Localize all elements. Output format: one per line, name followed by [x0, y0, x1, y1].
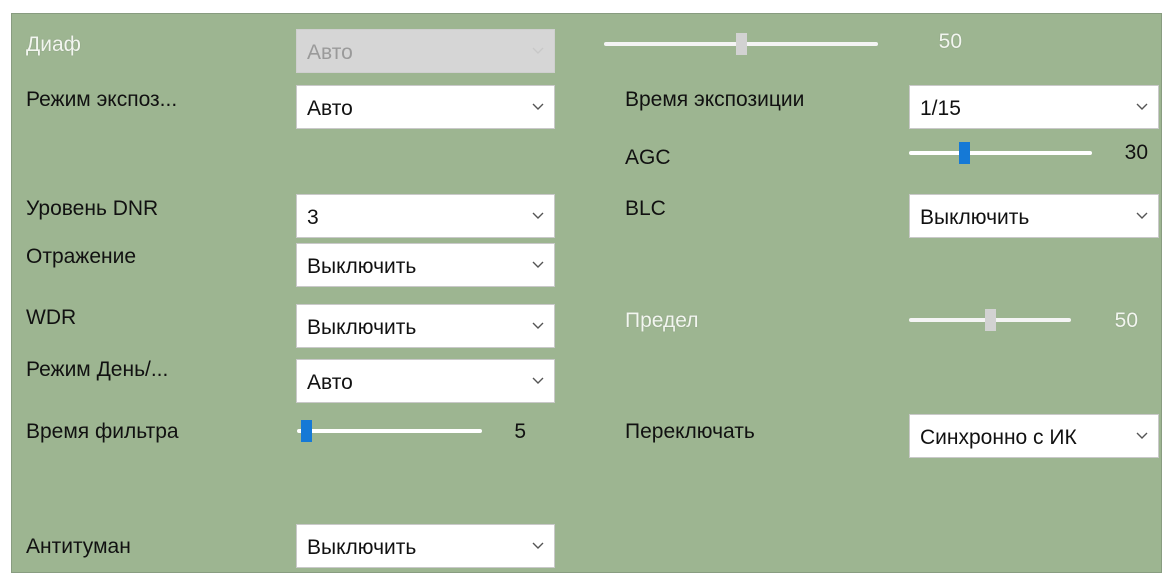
chevron-down-icon — [532, 261, 544, 268]
chevron-down-icon — [532, 377, 544, 384]
chevron-down-icon — [532, 322, 544, 329]
iris-value: Авто — [307, 41, 353, 64]
chevron-down-icon — [532, 103, 544, 110]
switch-label: Переключать — [625, 420, 755, 443]
mirror-label: Отражение — [26, 245, 137, 268]
wdr-label: WDR — [26, 306, 77, 329]
defog-value: Выключить — [307, 536, 417, 559]
chevron-down-icon — [532, 212, 544, 219]
chevron-down-icon — [532, 47, 544, 54]
dnr-level-label: Уровень DNR — [26, 197, 159, 220]
agc-value: 30 — [1124, 141, 1148, 164]
iris-level-value: 50 — [938, 30, 962, 53]
chevron-down-icon — [1136, 432, 1148, 439]
blc-label: BLC — [625, 197, 666, 220]
iris-label: Диаф — [26, 33, 81, 56]
blc-value: Выключить — [920, 206, 1030, 229]
wdr-value: Выключить — [307, 316, 417, 339]
agc-slider[interactable] — [909, 138, 1092, 168]
blc-select[interactable]: Выключить — [909, 194, 1159, 238]
day-night-label: Режим День/... — [26, 358, 169, 381]
wdr-select[interactable]: Выключить — [296, 304, 555, 348]
mirror-value: Выключить — [307, 255, 417, 278]
day-night-value: Авто — [307, 371, 353, 394]
slider-thumb[interactable] — [958, 142, 970, 164]
exposure-mode-label: Режим экспоз... — [26, 88, 178, 111]
slider-track — [297, 429, 482, 433]
exposure-time-label: Время экспозиции — [625, 88, 805, 111]
exposure-time-value: 1/15 — [920, 97, 961, 120]
filter-time-value: 5 — [514, 420, 526, 443]
limit-label: Предел — [625, 309, 699, 332]
chevron-down-icon — [1136, 212, 1148, 219]
exposure-mode-select[interactable]: Авто — [296, 85, 555, 129]
defog-select[interactable]: Выключить — [296, 524, 555, 568]
agc-label: AGC — [625, 146, 671, 169]
exposure-time-select[interactable]: 1/15 — [909, 85, 1159, 129]
day-night-select[interactable]: Авто — [296, 359, 555, 403]
filter-time-label: Время фильтра — [26, 420, 179, 443]
limit-value: 50 — [1114, 309, 1138, 332]
iris-level-slider — [604, 29, 878, 59]
filter-time-slider[interactable] — [297, 416, 482, 446]
iris-select: Авто — [296, 29, 555, 73]
slider-thumb — [736, 33, 747, 55]
limit-slider — [909, 305, 1071, 335]
image-settings-panel: Диаф Авто Режим экспоз... Авто Уровень D… — [11, 13, 1162, 573]
defog-label: Антитуман — [26, 535, 131, 558]
exposure-mode-value: Авто — [307, 97, 353, 120]
slider-thumb[interactable] — [301, 420, 313, 442]
chevron-down-icon — [532, 542, 544, 549]
slider-track — [909, 151, 1092, 155]
dnr-level-value: 3 — [307, 206, 319, 229]
mirror-select[interactable]: Выключить — [296, 243, 555, 287]
slider-thumb — [985, 309, 996, 331]
chevron-down-icon — [1136, 103, 1148, 110]
switch-select[interactable]: Синхронно с ИК — [909, 414, 1159, 458]
switch-value: Синхронно с ИК — [920, 426, 1077, 449]
dnr-level-select[interactable]: 3 — [296, 194, 555, 238]
